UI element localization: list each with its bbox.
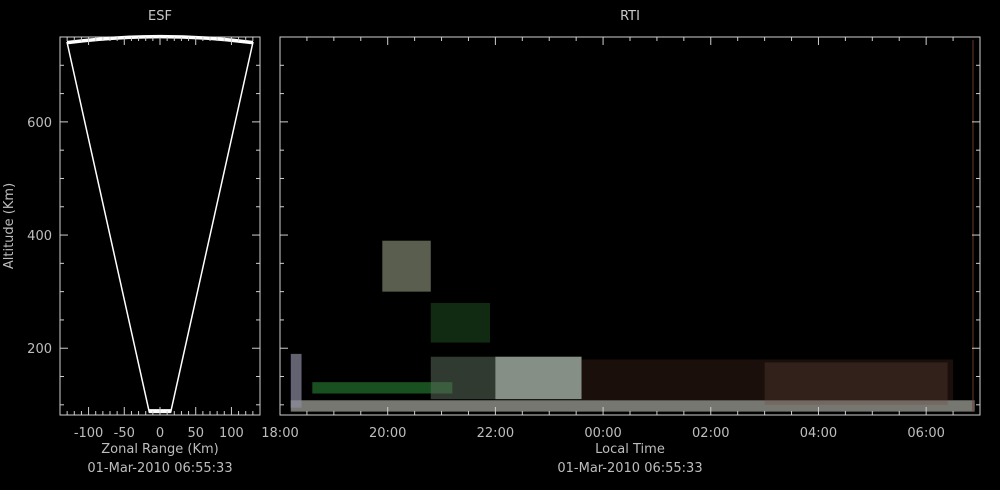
esf-y-tick-label: 600 xyxy=(27,116,52,131)
rti-x-tick-label: 18:00 xyxy=(261,426,298,441)
esf-x-tick-label: 0 xyxy=(156,426,164,441)
rti-echo-region xyxy=(290,353,302,408)
esf-timestamp: 01-Mar-2010 06:55:33 xyxy=(87,461,232,476)
rti-echo-region xyxy=(495,356,582,400)
esf-y-tick-label: 200 xyxy=(27,342,52,357)
esf-beam-outline xyxy=(66,35,254,413)
esf-x-axis-label: Zonal Range (Km) xyxy=(101,442,218,457)
esf-x-tick-label: -100 xyxy=(74,426,104,441)
rti-x-tick-label: 20:00 xyxy=(369,426,406,441)
esf-beam-fan xyxy=(66,34,254,414)
esf-x-tick-label: 100 xyxy=(219,426,244,441)
esf-x-tick-label: -50 xyxy=(114,426,135,441)
rti-x-tick-label: 04:00 xyxy=(800,426,837,441)
esf-y-axis-label: Altitude (Km) xyxy=(2,183,17,269)
esf-panel: ESF -100 -50 0 50 100 200 400 600 Zonal Range … xyxy=(2,9,261,476)
rti-x-axis-label: Local Time xyxy=(595,442,665,457)
rti-plot-background xyxy=(280,37,980,415)
esf-plot-frame xyxy=(59,36,261,416)
esf-x-tick-label: 50 xyxy=(187,426,204,441)
rti-x-tick-label: 06:00 xyxy=(907,426,944,441)
rti-echo-region xyxy=(764,362,948,405)
rti-echo-region xyxy=(382,240,431,292)
rti-x-tick-label: 22:00 xyxy=(477,426,514,441)
rti-echo-region xyxy=(430,302,490,343)
esf-rti-figure: ESF -100 -50 0 50 100 200 400 600 Zonal Range … xyxy=(2,9,981,476)
rti-x-tick-label: 02:00 xyxy=(692,426,729,441)
esf-title: ESF xyxy=(148,9,172,24)
rti-x-tick-label: 00:00 xyxy=(584,426,621,441)
esf-x-axis: -100 -50 0 50 100 xyxy=(59,37,261,441)
esf-y-axis: 200 400 600 xyxy=(27,64,260,406)
rti-timestamp: 01-Mar-2010 06:55:33 xyxy=(557,461,702,476)
esf-y-tick-label: 400 xyxy=(27,229,52,244)
rti-panel: RTI 18:00 20:00 22:00 00:00 02:00 04:00 06:00 … xyxy=(261,9,981,476)
rti-title: RTI xyxy=(620,9,640,24)
